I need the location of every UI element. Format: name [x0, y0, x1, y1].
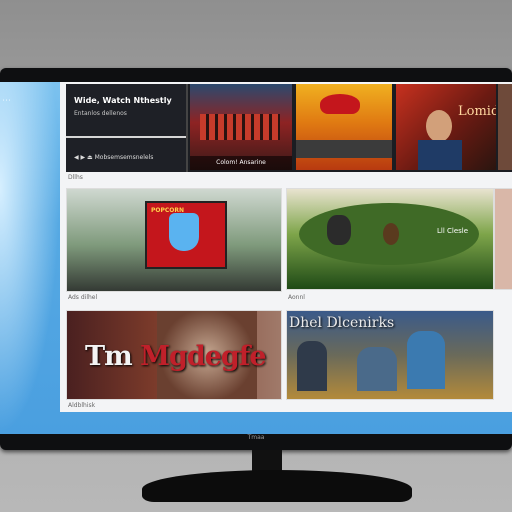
movie-poster: POPCORN [145, 201, 227, 269]
figure-graphic [327, 215, 351, 245]
person-body-graphic [418, 140, 462, 170]
tv-brand-logo: Tmaa [247, 434, 265, 441]
video-card-group[interactable]: Dhel Dlcenirks [286, 310, 494, 400]
sidebar-glow [0, 82, 60, 434]
section-label: Dllhs [68, 174, 83, 181]
popcorn-cup-graphic [169, 213, 199, 251]
video-overlay-text: Dhel Dlcenirks [289, 315, 395, 331]
tv-stand-base [142, 470, 412, 502]
thumbnail-4[interactable] [498, 84, 512, 170]
thumbnail-caption: Colom! Ansarine [190, 156, 292, 170]
featured-controls[interactable]: ◀ ▶ ⏏ Mobsemsemsnelels [74, 154, 153, 161]
person-graphic [407, 331, 445, 389]
content-panel: Wide, Watch Nthestly Entanlos dellenos ◀… [60, 82, 512, 412]
thumbnail-3[interactable]: Lomid [396, 84, 496, 170]
featured-row: Wide, Watch Nthestly Entanlos dellenos ◀… [66, 84, 512, 172]
featured-subtitle: Entanlos dellenos [74, 110, 127, 117]
featured-info-card[interactable]: Wide, Watch Nthestly Entanlos dellenos ◀… [66, 84, 188, 172]
figure-graphic [383, 223, 399, 245]
video-overlay-text: Lll Clesle [437, 227, 469, 235]
thumbnail-2[interactable] [296, 84, 392, 170]
person-graphic [357, 347, 397, 391]
menu-dots-icon[interactable]: ⋯ [2, 96, 11, 106]
section-label: Aonnl [288, 294, 305, 301]
featured-title: Wide, Watch Nthestly [74, 96, 172, 105]
section-label: Ads dilhel [68, 294, 98, 301]
featured-divider [66, 136, 186, 138]
big-title-text: Tm Mgdegfe [85, 341, 267, 372]
video-card-title[interactable]: Tm Mgdegfe [66, 310, 282, 400]
video-card-outdoor[interactable]: Lll Clesle [286, 188, 494, 290]
crowd-graphic [200, 114, 280, 140]
thumbnail-1[interactable]: Colom! Ansarine [190, 84, 292, 170]
thumbnail-logo: Lomid [458, 104, 496, 119]
red-figure-graphic [320, 94, 360, 114]
video-card-partial[interactable] [494, 188, 512, 290]
section-label: Aldblhisk [68, 402, 96, 409]
stage-graphic [296, 140, 392, 158]
person-face-graphic [426, 110, 452, 142]
person-graphic [297, 341, 327, 391]
video-card-popcorn[interactable]: POPCORN [66, 188, 282, 292]
tv-screen: ⋯ Wide, Watch Nthestly Entanlos dellenos… [0, 82, 512, 434]
